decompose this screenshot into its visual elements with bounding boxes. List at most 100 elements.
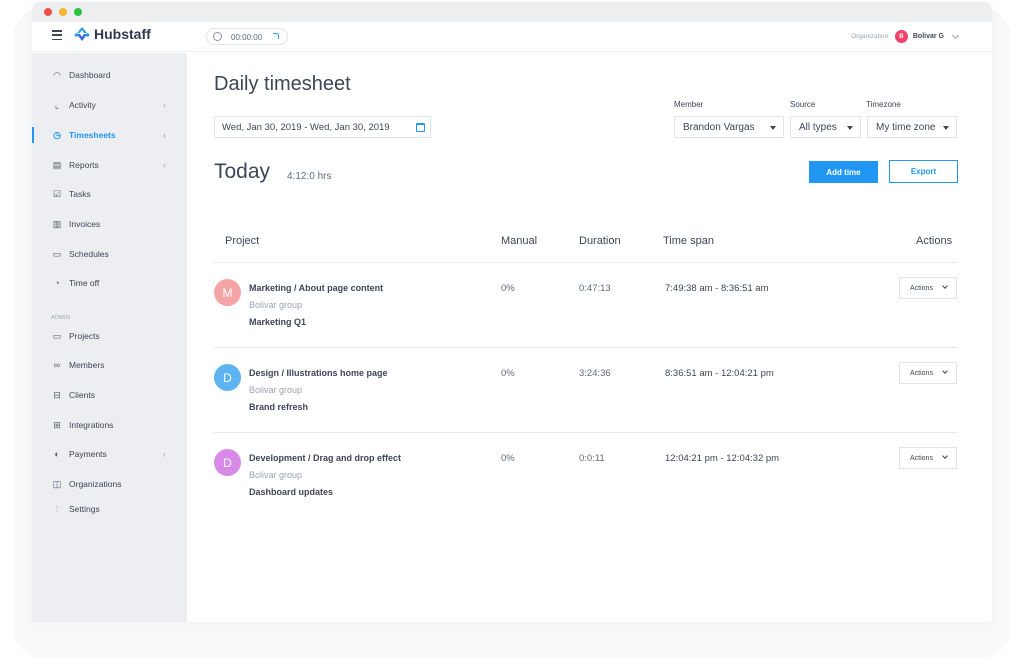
caret-down-icon bbox=[943, 126, 949, 130]
source-select-value: All types bbox=[799, 121, 837, 133]
minimize-window-button[interactable] bbox=[59, 8, 67, 16]
app-name: Hubstaff bbox=[94, 26, 151, 42]
manual-percent: 0% bbox=[501, 283, 515, 294]
hamburger-menu-icon[interactable] bbox=[52, 30, 62, 40]
task-name: Dashboard updates bbox=[249, 487, 334, 497]
title-bar bbox=[32, 2, 992, 22]
chevron-down-icon bbox=[942, 453, 948, 459]
time-span: 8:36:51 am - 12:04:21 pm bbox=[665, 368, 774, 379]
folder-icon: ▭ bbox=[52, 330, 62, 341]
column-header-actions: Actions bbox=[916, 235, 953, 247]
calendar-icon: ▭ bbox=[52, 248, 62, 259]
today-heading: Today bbox=[214, 160, 271, 183]
members-icon: ∞ bbox=[53, 359, 61, 370]
project-group: Bolivar group bbox=[249, 300, 303, 310]
sidebar-item-projects[interactable]: ▭ Projects bbox=[32, 326, 187, 346]
project-name: Design / Illustrations home page bbox=[249, 368, 388, 378]
timer-widget[interactable]: 00:00:00 bbox=[206, 28, 288, 45]
sidebar-item-clients[interactable]: ⊟ Clients bbox=[32, 385, 187, 405]
calendar-icon bbox=[416, 123, 425, 132]
duration: 3:24:36 bbox=[579, 368, 611, 379]
organization-label: Organization: bbox=[851, 33, 890, 40]
hubstaff-logo[interactable]: Hubstaff bbox=[74, 26, 151, 42]
settings-sliders-icon: ⫶ bbox=[55, 503, 59, 514]
duration: 0:47:13 bbox=[579, 283, 611, 294]
project-group: Bolivar group bbox=[249, 385, 303, 395]
column-header-manual: Manual bbox=[501, 235, 538, 247]
sidebar-item-tasks[interactable]: ☑ Tasks bbox=[32, 184, 187, 204]
chevron-left-icon: ‹ bbox=[163, 100, 166, 110]
payments-icon: ◐ bbox=[54, 448, 60, 459]
project-name: Marketing / About page content bbox=[249, 283, 384, 293]
add-time-button[interactable]: Add time bbox=[809, 161, 878, 183]
task-name: Brand refresh bbox=[249, 402, 309, 412]
sidebar-item-reports[interactable]: ▤ Reports ‹ bbox=[32, 155, 187, 175]
organizations-icon: ◫ bbox=[52, 478, 62, 489]
project-avatar: D bbox=[214, 364, 241, 391]
chevron-left-icon: ‹ bbox=[163, 449, 166, 459]
sidebar-item-invoices[interactable]: ▥ Invoices bbox=[32, 214, 187, 234]
time-span: 7:49:38 am - 8:36:51 am bbox=[665, 283, 769, 294]
organization-avatar: B bbox=[894, 30, 908, 43]
column-header-time-span: Time span bbox=[663, 235, 714, 247]
task-name: Marketing Q1 bbox=[249, 317, 307, 327]
top-bar: Hubstaff 00:00:00 Organization: B Boliva… bbox=[32, 22, 992, 52]
report-icon: ▤ bbox=[52, 159, 62, 170]
integrations-icon: ⊞ bbox=[53, 419, 61, 430]
today-total-hours: 4:12:0 hrs bbox=[287, 171, 332, 182]
project-group: Bolivar group bbox=[249, 470, 303, 480]
maximize-window-button[interactable] bbox=[74, 8, 82, 16]
close-window-button[interactable] bbox=[44, 8, 52, 16]
project-avatar: M bbox=[214, 279, 241, 306]
activity-chart-icon: ⌞ bbox=[54, 99, 60, 110]
duration: 0:0:11 bbox=[579, 453, 605, 464]
manual-percent: 0% bbox=[501, 368, 515, 379]
checkbox-icon: ☑ bbox=[52, 188, 62, 199]
date-range-value: Wed, Jan 30, 2019 - Wed, Jan 30, 2019 bbox=[222, 121, 390, 133]
hubstaff-logo-icon bbox=[74, 27, 90, 41]
chevron-down-icon bbox=[942, 368, 948, 374]
chevron-down-icon bbox=[942, 283, 948, 289]
actions-dropdown[interactable]: Actions bbox=[899, 447, 957, 469]
project-avatar: D bbox=[214, 449, 241, 476]
sidebar-item-organizations[interactable]: ◫ Organizations bbox=[32, 474, 187, 494]
sidebar-item-integrations[interactable]: ⊞ Integrations bbox=[32, 415, 187, 435]
admin-section-label: ADMIN bbox=[51, 315, 71, 321]
time-span: 12:04:21 pm - 12:04:32 pm bbox=[665, 453, 780, 464]
caret-down-icon bbox=[770, 126, 776, 130]
sidebar-item-payments[interactable]: ◐ Payments ‹ bbox=[32, 444, 187, 464]
table-row: D Design / Illustrations home page Boliv… bbox=[214, 348, 958, 433]
member-select-value: Brandon Vargas bbox=[683, 121, 755, 133]
sync-spinner-icon bbox=[273, 33, 279, 39]
clock-icon: ◷ bbox=[53, 129, 61, 140]
project-name: Development / Drag and drop effect bbox=[249, 453, 402, 463]
column-header-project: Project bbox=[225, 235, 260, 247]
sidebar-item-members[interactable]: ∞ Members bbox=[32, 355, 187, 375]
actions-dropdown[interactable]: Actions bbox=[899, 277, 957, 299]
pie-icon: ◔ bbox=[54, 277, 60, 288]
organization-name: Bolivar G bbox=[912, 33, 944, 40]
sidebar-item-timesheets[interactable]: ◷ Timesheets ‹ bbox=[32, 125, 187, 145]
timezone-select-value: My time zone bbox=[876, 121, 936, 133]
member-select[interactable]: Brandon Vargas bbox=[674, 116, 784, 138]
column-header-duration: Duration bbox=[579, 235, 621, 247]
sidebar-item-dashboard[interactable]: ◠ Dashboard bbox=[32, 65, 187, 85]
sidebar-item-settings[interactable]: ⫶ Settings bbox=[32, 499, 187, 519]
page-title: Daily timesheet bbox=[214, 73, 351, 95]
actions-dropdown[interactable]: Actions bbox=[899, 362, 957, 384]
source-label: Source bbox=[790, 100, 816, 109]
date-range-picker[interactable]: Wed, Jan 30, 2019 - Wed, Jan 30, 2019 bbox=[214, 116, 431, 138]
sidebar-item-schedules[interactable]: ▭ Schedules bbox=[32, 244, 187, 264]
source-select[interactable]: All types bbox=[790, 116, 861, 138]
stopwatch-icon bbox=[213, 32, 222, 41]
briefcase-icon: ⊟ bbox=[53, 389, 61, 400]
table-row: M Marketing / About page content Bolivar… bbox=[214, 263, 958, 348]
timezone-label: Timezone bbox=[866, 100, 901, 109]
organization-switcher[interactable]: Organization: B Bolivar G bbox=[851, 30, 960, 43]
browser-window: Hubstaff 00:00:00 Organization: B Boliva… bbox=[32, 2, 992, 622]
timezone-select[interactable]: My time zone bbox=[867, 116, 957, 138]
sidebar: ◠ Dashboard ⌞ Activity ‹ ◷ Timesheets ‹ … bbox=[32, 53, 187, 622]
sidebar-item-time-off[interactable]: ◔ Time off bbox=[32, 273, 187, 293]
sidebar-item-activity[interactable]: ⌞ Activity ‹ bbox=[32, 95, 187, 115]
export-button[interactable]: Export bbox=[889, 160, 958, 183]
